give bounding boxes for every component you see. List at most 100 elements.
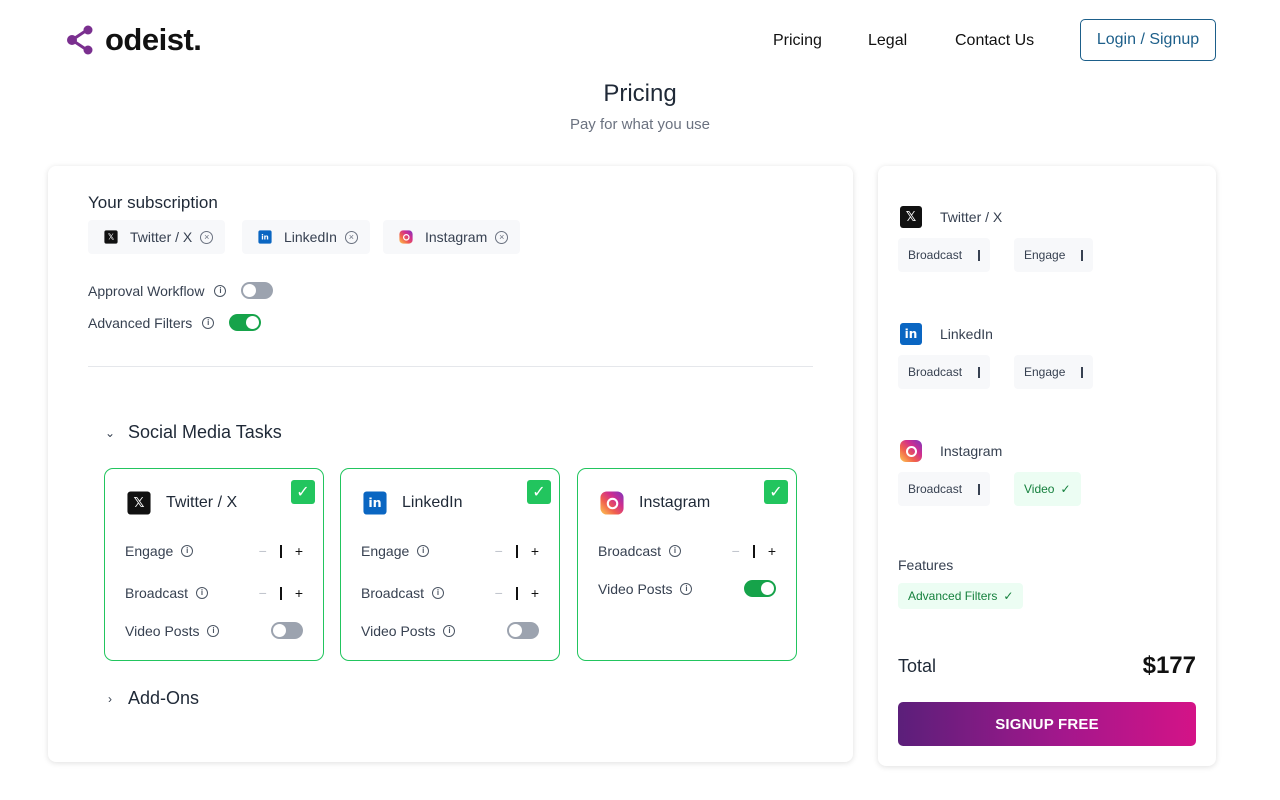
chip-instagram: Instagram ×: [383, 220, 521, 254]
video-posts-toggle[interactable]: [507, 622, 539, 639]
linkedin-logo-icon: in: [258, 230, 272, 244]
tag-advanced-filters: Advanced Filters ✓: [898, 583, 1024, 609]
task-card-linkedin[interactable]: in LinkedIn ✓ Engage i − + Broadcast i − + V…: [340, 468, 560, 661]
stepper-value: [515, 544, 518, 558]
summary-network-name: Twitter / X: [940, 209, 1003, 225]
checkbox-checked[interactable]: ✓: [764, 480, 788, 504]
minus-button[interactable]: −: [259, 585, 267, 601]
summary-network-name: Instagram: [940, 443, 1003, 459]
engage-label: Engage: [125, 543, 174, 559]
logo[interactable]: odeist.: [63, 22, 202, 58]
info-icon[interactable]: i: [669, 545, 682, 557]
page-title: Pricing: [603, 80, 677, 107]
broadcast-label: Broadcast: [598, 543, 662, 559]
approval-workflow-toggle[interactable]: [241, 282, 274, 299]
signup-free-button[interactable]: SIGNUP FREE: [898, 702, 1196, 746]
advanced-filters-toggle[interactable]: [229, 314, 262, 331]
plus-button[interactable]: +: [531, 585, 539, 601]
minus-button[interactable]: −: [732, 543, 740, 559]
card-header: in LinkedIn: [363, 491, 463, 515]
video-posts-toggle[interactable]: [271, 622, 303, 639]
video-posts-label: Video Posts: [361, 622, 436, 639]
x-logo-icon: 𝕏: [127, 491, 151, 515]
card-title: LinkedIn: [402, 494, 463, 511]
stepper-value: [279, 544, 282, 558]
remove-icon[interactable]: ×: [200, 230, 214, 244]
chip-label: Twitter / X: [130, 229, 193, 245]
checkbox-checked[interactable]: ✓: [527, 480, 551, 504]
remove-icon[interactable]: ×: [495, 230, 509, 244]
features-label: Features: [898, 557, 954, 573]
info-icon[interactable]: i: [680, 582, 693, 595]
advanced-filters-row: Advanced Filters i: [88, 314, 262, 331]
plus-button[interactable]: +: [768, 543, 776, 559]
info-icon[interactable]: i: [196, 587, 209, 599]
minus-button[interactable]: −: [259, 543, 267, 559]
video-posts-row: Video Posts i: [598, 580, 776, 597]
instagram-logo-icon: [399, 230, 413, 244]
broadcast-stepper: − +: [732, 543, 776, 559]
social-media-tasks-toggle[interactable]: ⌄ Social Media Tasks: [104, 422, 282, 443]
nav-legal[interactable]: Legal: [868, 32, 907, 50]
minus-button[interactable]: −: [495, 585, 503, 601]
linkedin-logo-icon: in: [900, 323, 922, 345]
tag-label: Broadcast: [908, 365, 963, 379]
info-icon[interactable]: i: [417, 545, 430, 557]
broadcast-label: Broadcast: [361, 585, 425, 601]
plus-button[interactable]: +: [295, 543, 303, 559]
page-subtitle: Pay for what you use: [569, 116, 711, 133]
nav-pricing[interactable]: Pricing: [773, 32, 822, 50]
video-posts-toggle[interactable]: [744, 580, 776, 597]
tag-count: [978, 483, 981, 495]
info-icon[interactable]: i: [214, 284, 227, 297]
advanced-filters-label: Advanced Filters: [88, 314, 193, 331]
stepper-value: [515, 586, 518, 600]
card-title: Instagram: [639, 494, 711, 511]
plus-button[interactable]: +: [531, 543, 539, 559]
chip-label: LinkedIn: [284, 229, 337, 245]
approval-workflow-row: Approval Workflow i: [88, 282, 274, 299]
info-icon[interactable]: i: [443, 624, 456, 637]
odeist-logo-icon: [67, 25, 93, 55]
brand-name: odeist.: [105, 22, 202, 57]
total-value: $177: [1142, 652, 1196, 679]
tag-broadcast: Broadcast: [898, 238, 991, 272]
tag-video: Video ✓: [1014, 472, 1081, 506]
video-posts-row: Video Posts i: [361, 622, 539, 639]
engage-stepper: − +: [495, 543, 539, 559]
tag-label: Advanced Filters: [908, 589, 998, 603]
checkbox-checked[interactable]: ✓: [291, 480, 315, 504]
engage-label: Engage: [361, 543, 410, 559]
info-icon[interactable]: i: [181, 545, 194, 557]
stepper-value: [279, 586, 282, 600]
engage-row: Engage i − +: [125, 543, 303, 559]
broadcast-row: Broadcast i − +: [361, 585, 539, 601]
info-icon[interactable]: i: [202, 316, 215, 329]
broadcast-stepper: − +: [495, 585, 539, 601]
login-signup-button[interactable]: Login / Signup: [1080, 19, 1216, 61]
task-card-twitter[interactable]: 𝕏 Twitter / X ✓ Engage i − + Broadcast i − +…: [104, 468, 324, 661]
check-icon: ✓: [1060, 482, 1071, 496]
video-posts-label: Video Posts: [125, 622, 200, 639]
video-posts-row: Video Posts i: [125, 622, 303, 639]
tag-label: Engage: [1024, 248, 1066, 262]
add-ons-toggle[interactable]: › Add-Ons: [104, 688, 199, 709]
tag-label: Broadcast: [908, 482, 963, 496]
minus-button[interactable]: −: [495, 543, 503, 559]
summary-network-name: LinkedIn: [940, 326, 993, 342]
chevron-down-icon: ⌄: [104, 425, 116, 440]
summary-instagram: Instagram: [900, 440, 1002, 462]
info-icon[interactable]: i: [207, 624, 220, 637]
task-card-instagram[interactable]: Instagram ✓ Broadcast i − + Video Posts i: [577, 468, 797, 661]
nav-contact-us[interactable]: Contact Us: [955, 32, 1034, 50]
chevron-right-icon: ›: [108, 691, 112, 706]
summary-linkedin: in LinkedIn: [900, 323, 993, 345]
summary-panel: 𝕏 Twitter / X Broadcast Engage in Linked…: [878, 166, 1216, 766]
tag-label: Engage: [1024, 365, 1066, 379]
stepper-value: [752, 544, 755, 558]
card-header: 𝕏 Twitter / X: [127, 491, 237, 515]
plus-button[interactable]: +: [295, 585, 303, 601]
remove-icon[interactable]: ×: [344, 230, 358, 244]
approval-workflow-label: Approval Workflow: [88, 282, 205, 299]
info-icon[interactable]: i: [432, 587, 445, 599]
